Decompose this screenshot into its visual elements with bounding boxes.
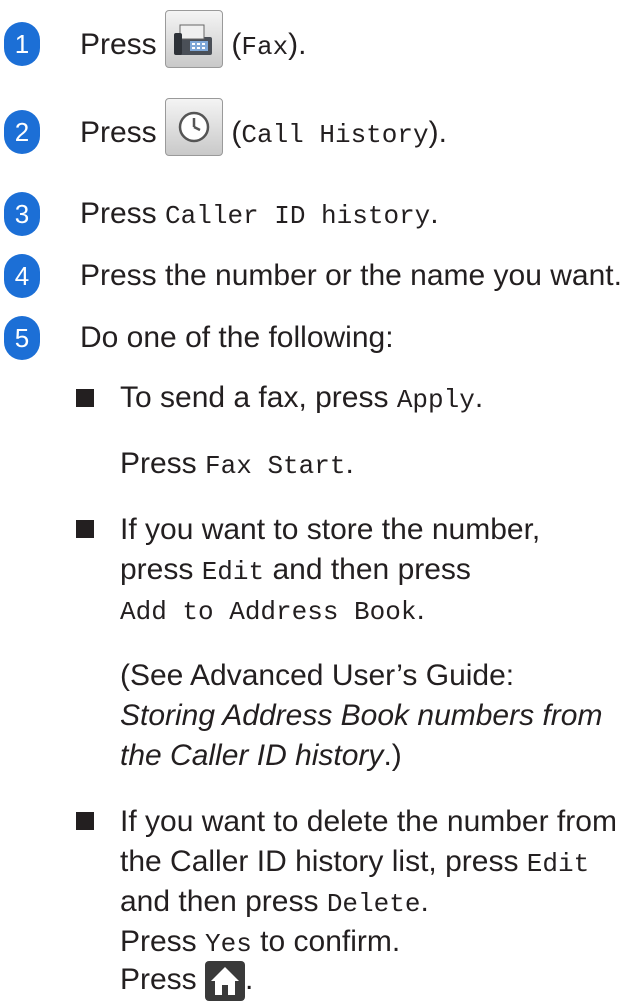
delete-button-label: Delete xyxy=(326,889,421,919)
reference-line2: Storing Address Book numbers from xyxy=(120,696,602,736)
option-2-line2-post: and then press xyxy=(264,553,471,586)
option-delete-line2: the Caller ID history list, press Edit xyxy=(120,842,589,884)
fax-icon[interactable] xyxy=(165,10,224,68)
option-delete-line1: If you want to delete the number from xyxy=(120,805,617,838)
fax-button-label: Fax xyxy=(241,31,289,62)
option-1-pre: To send a fax, press xyxy=(120,381,397,414)
fax-start-label: Fax Start xyxy=(205,451,346,481)
bullet-marker xyxy=(76,812,94,830)
caller-id-history-label: Caller ID history xyxy=(165,201,431,231)
step-1-text: Press (Fax). xyxy=(80,10,307,68)
reference-line3: the Caller ID history.) xyxy=(120,736,402,776)
step-number-4: 4 xyxy=(4,254,40,298)
confirm-line: Press Yes to confirm. xyxy=(120,922,400,964)
option-send-fax: To send a fax, press Apply. xyxy=(120,378,483,420)
bullet-marker xyxy=(76,520,94,538)
step-1-open-paren: ( xyxy=(223,27,242,61)
confirm-post: to confirm. xyxy=(251,925,401,958)
home-pre: Press xyxy=(120,963,206,996)
bullet-marker xyxy=(76,389,94,407)
step-3-press-label: Press xyxy=(80,197,166,230)
step-1-close: ). xyxy=(288,27,307,61)
step-2-open-paren: ( xyxy=(223,115,242,149)
option-3-line2-pre: the Caller ID history list, press xyxy=(120,845,527,878)
call-history-button-label: Call History xyxy=(241,119,429,150)
option-fax-start: Press Fax Start. xyxy=(120,444,354,486)
step-4-text: Press the number or the name you want. xyxy=(80,259,622,292)
step-3-text: Press Caller ID history. xyxy=(80,194,439,236)
option-3-line3-post: . xyxy=(420,885,429,918)
clock-icon[interactable] xyxy=(165,98,224,156)
step-number-5: 5 xyxy=(4,316,40,360)
option-1-post: . xyxy=(474,381,484,414)
reference-end: .) xyxy=(383,739,402,772)
option-store-number-line1: If you want to store the number, xyxy=(120,513,541,546)
option-3-line3-pre: and then press xyxy=(120,885,327,918)
step-2-text: Press (Call History). xyxy=(80,98,447,156)
reference-title-part2: the Caller ID history xyxy=(120,739,384,772)
option-1-line2-pre: Press xyxy=(120,447,206,480)
step-2-press-label: Press xyxy=(80,115,166,149)
step-5-text: Do one of the following: xyxy=(80,321,394,354)
option-1-line2-post: . xyxy=(345,447,354,480)
edit-button-label: Edit xyxy=(526,849,590,879)
yes-button-label: Yes xyxy=(205,929,252,959)
option-store-number-line3: Add to Address Book. xyxy=(120,590,425,632)
step-2-close: ). xyxy=(428,115,447,149)
home-line: Press . xyxy=(120,960,253,1001)
step-number-2: 2 xyxy=(4,110,40,154)
step-1-press-label: Press xyxy=(80,27,166,61)
apply-button-label: Apply xyxy=(396,385,475,415)
home-post: . xyxy=(245,963,254,996)
add-to-address-book-label: Add to Address Book xyxy=(120,597,417,627)
step-number-1: 1 xyxy=(4,22,40,66)
edit-button-label: Edit xyxy=(201,557,265,587)
option-2-line3-post: . xyxy=(416,593,425,626)
option-store-number-line2: press Edit and then press xyxy=(120,550,471,592)
step-number-3: 3 xyxy=(4,192,40,236)
option-delete-line3: and then press Delete. xyxy=(120,882,429,924)
option-2-line2-pre: press xyxy=(120,553,202,586)
home-icon[interactable] xyxy=(205,961,246,1001)
confirm-pre: Press xyxy=(120,925,206,958)
step-3-close: . xyxy=(430,197,439,230)
reference-title-part1: Storing Address Book numbers from xyxy=(120,699,603,732)
reference-line1: (See Advanced User’s Guide: xyxy=(120,659,515,692)
